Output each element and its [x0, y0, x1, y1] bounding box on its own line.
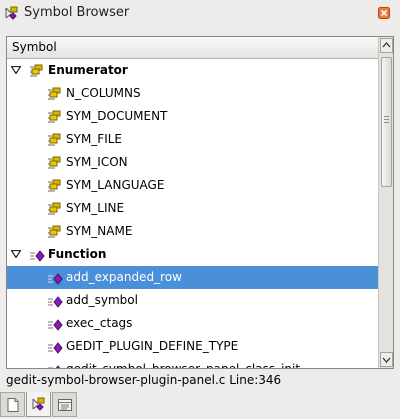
- status-line: gedit-symbol-browser-plugin-panel.c Line…: [6, 373, 282, 387]
- tree-item-label: N_COLUMNS: [66, 86, 141, 100]
- tree-item[interactable]: GEDIT_PLUGIN_DEFINE_TYPE: [7, 335, 378, 358]
- tree-item-label: SYM_ICON: [66, 155, 128, 169]
- panel-titlebar: Symbol Browser: [0, 0, 400, 26]
- tree-group-label: Enumerator: [48, 63, 128, 77]
- tree-item-label: SYM_LINE: [66, 201, 125, 215]
- tree-group-label: Function: [48, 247, 107, 261]
- symbol-browser-icon: [5, 6, 18, 20]
- tab-file-browser[interactable]: [52, 392, 77, 417]
- vertical-scrollbar[interactable]: [378, 37, 393, 368]
- tree-item-label: gedit_symbol_browser_panel_class_init: [66, 362, 300, 368]
- close-icon[interactable]: [378, 7, 390, 19]
- enumerator-icon: [48, 110, 61, 123]
- column-header-label: Symbol: [12, 40, 57, 54]
- tree-item[interactable]: gedit_symbol_browser_panel_class_init: [7, 358, 378, 368]
- tree-item-label: exec_ctags: [66, 316, 133, 330]
- document-icon: [7, 398, 19, 412]
- tab-symbol-browser[interactable]: [26, 392, 51, 417]
- enumerator-icon: [48, 87, 61, 100]
- tree-item-label: add_symbol: [66, 293, 138, 307]
- enumerator-icon: [48, 156, 61, 169]
- tree-group-function[interactable]: Function: [7, 243, 378, 266]
- tree-item[interactable]: SYM_DOCUMENT: [7, 105, 378, 128]
- function-icon: [30, 250, 45, 262]
- scroll-up-arrow-icon[interactable]: [380, 38, 393, 53]
- enumerator-icon: [48, 179, 61, 192]
- function-icon: [48, 342, 63, 354]
- column-header-symbol[interactable]: Symbol: [7, 37, 378, 59]
- symbol-browser-icon: [32, 397, 45, 411]
- tab-documents[interactable]: [0, 392, 25, 417]
- scrollbar-thumb[interactable]: [381, 57, 392, 187]
- tree-item[interactable]: SYM_LANGUAGE: [7, 174, 378, 197]
- tree-item-label: SYM_NAME: [66, 224, 133, 238]
- tree-item-label: SYM_DOCUMENT: [66, 109, 168, 123]
- tree-item[interactable]: SYM_NAME: [7, 220, 378, 243]
- expanded-arrow-icon[interactable]: [11, 250, 21, 258]
- function-icon: [48, 365, 61, 368]
- function-icon: [48, 296, 63, 308]
- tree-item[interactable]: exec_ctags: [7, 312, 378, 335]
- tree-item-selected[interactable]: add_expanded_row: [7, 266, 378, 289]
- symbol-tree[interactable]: Symbol Enumerator N_COLUMNS SYM_DOCUMENT…: [6, 36, 394, 369]
- enumerator-icon: [48, 225, 61, 238]
- panel-title: Symbol Browser: [24, 5, 130, 20]
- enumerator-icon: [30, 64, 43, 77]
- enumerator-icon: [48, 133, 61, 146]
- tree-item[interactable]: SYM_FILE: [7, 128, 378, 151]
- tree-item[interactable]: SYM_LINE: [7, 197, 378, 220]
- tree-item[interactable]: add_symbol: [7, 289, 378, 312]
- tree-item[interactable]: SYM_ICON: [7, 151, 378, 174]
- tree-item[interactable]: N_COLUMNS: [7, 82, 378, 105]
- enumerator-icon: [48, 202, 61, 215]
- tree-item-label: GEDIT_PLUGIN_DEFINE_TYPE: [66, 339, 239, 353]
- tree-item-label: add_expanded_row: [66, 270, 182, 284]
- file-browser-icon: [58, 399, 72, 411]
- function-icon: [48, 273, 63, 285]
- tree-group-enumerator[interactable]: Enumerator: [7, 59, 378, 82]
- expanded-arrow-icon[interactable]: [11, 66, 21, 74]
- tree-item-label: SYM_FILE: [66, 132, 123, 146]
- function-icon: [48, 319, 63, 331]
- side-panel-tabs: [0, 392, 400, 419]
- scroll-down-arrow-icon[interactable]: [380, 352, 393, 367]
- tree-item-label: SYM_LANGUAGE: [66, 178, 165, 192]
- symbol-tree-rows: Enumerator N_COLUMNS SYM_DOCUMENT SYM_FI…: [7, 59, 378, 368]
